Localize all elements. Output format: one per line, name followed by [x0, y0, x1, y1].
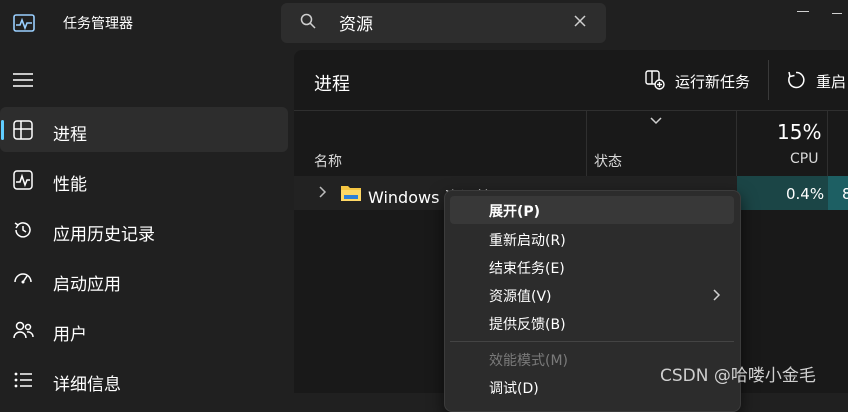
column-separator[interactable] [827, 111, 828, 176]
column-header-cpu[interactable]: CPU [790, 151, 818, 167]
sidebar-item-label: 详细信息 [53, 375, 121, 395]
maximize-button[interactable] [832, 5, 842, 14]
search-input[interactable] [339, 8, 559, 36]
process-memory: 8 [842, 185, 848, 203]
history-icon [14, 222, 31, 238]
restart-button[interactable]: 重启 [816, 71, 846, 92]
chevron-right-icon[interactable] [318, 186, 328, 198]
menu-separator [450, 341, 734, 342]
folder-icon [341, 186, 361, 201]
cpu-total-percent: 15% [777, 120, 822, 144]
menu-item-resource-values[interactable]: 资源值(V) [489, 286, 552, 306]
search-icon [300, 13, 316, 29]
clear-search-icon[interactable] [572, 13, 588, 29]
run-new-task-icon [645, 70, 665, 90]
performance-icon [13, 170, 33, 190]
sidebar-item-label: 启动应用 [53, 275, 121, 295]
hamburger-menu-icon[interactable] [12, 72, 34, 88]
processes-icon [13, 120, 33, 140]
column-separator[interactable] [736, 111, 737, 176]
menu-item-efficiency-mode: 效能模式(M) [489, 353, 569, 369]
menu-item-expand[interactable]: 展开(P) [489, 201, 540, 221]
run-new-task-button[interactable]: 运行新任务 [675, 71, 750, 92]
menu-item-restart[interactable]: 重新启动(R) [489, 230, 566, 250]
task-manager-icon [13, 14, 35, 32]
minimize-button[interactable] [797, 11, 809, 12]
app-title: 任务管理器 [63, 16, 133, 32]
process-cpu: 0.4% [786, 185, 825, 203]
watermark: CSDN @哈喽小金毛 [660, 366, 816, 386]
sidebar-item-label: 应用历史记录 [53, 225, 155, 245]
menu-item-debug[interactable]: 调试(D) [489, 378, 539, 398]
users-icon [13, 321, 34, 339]
toolbar-separator [768, 60, 769, 100]
menu-item-feedback[interactable]: 提供反馈(B) [489, 314, 566, 334]
active-indicator [1, 120, 4, 140]
sidebar-item-label: 进程 [53, 125, 87, 145]
restart-icon [788, 71, 805, 89]
chevron-right-icon [713, 289, 721, 301]
chevron-down-icon[interactable] [650, 117, 662, 125]
startup-icon [14, 273, 32, 284]
toolbar-divider [294, 110, 848, 111]
details-icon [14, 372, 32, 388]
sidebar-item-users[interactable] [0, 307, 288, 352]
column-separator[interactable] [586, 111, 587, 176]
menu-item-end-task[interactable]: 结束任务(E) [489, 258, 565, 278]
sidebar-item-processes[interactable] [0, 107, 288, 152]
column-header-name[interactable]: 名称 [314, 151, 342, 171]
sidebar-item-label: 性能 [53, 175, 87, 195]
sidebar-item-details[interactable] [0, 357, 288, 402]
column-header-status[interactable]: 状态 [594, 151, 622, 171]
sidebar-item-label: 用户 [53, 325, 87, 345]
sidebar-item-startup[interactable] [0, 257, 288, 302]
page-title: 进程 [314, 74, 350, 95]
sidebar-item-performance[interactable] [0, 157, 288, 202]
